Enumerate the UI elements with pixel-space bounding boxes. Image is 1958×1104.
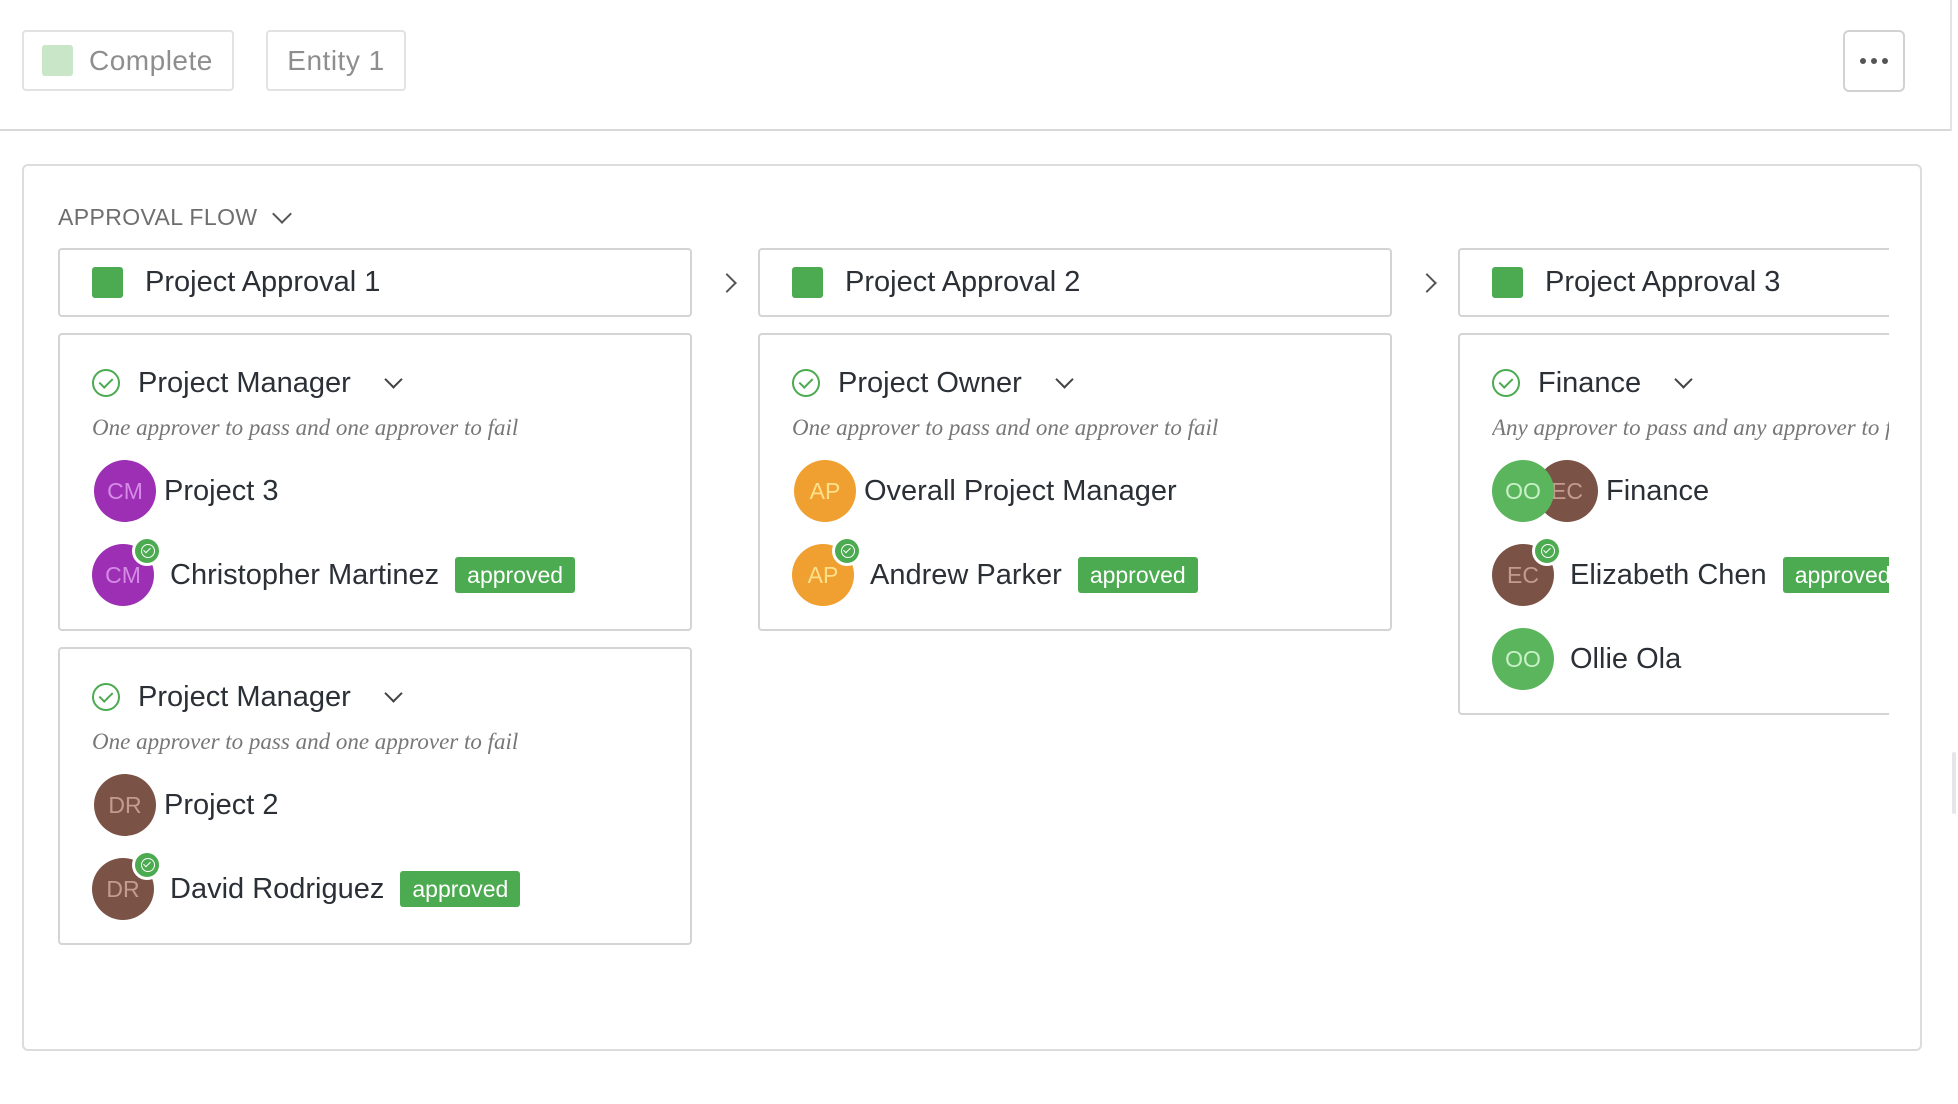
stage-header[interactable]: Project Approval 1: [58, 248, 692, 317]
chevron-down-icon: [384, 369, 403, 389]
approval-rule: One approver to pass and one approver to…: [792, 415, 1219, 440]
scrollbar[interactable]: [1952, 752, 1956, 814]
approver-name: Elizabeth Chen: [1570, 558, 1767, 591]
avatar-initials: CM: [105, 561, 141, 588]
avatar-initials: CM: [107, 477, 143, 504]
more-dots-icon-dot: [1871, 58, 1877, 64]
approver-group-toggle[interactable]: Project Manager: [92, 365, 690, 401]
approver-row: CM Christopher Martinez approved: [92, 536, 690, 607]
assignee-name: Finance: [1606, 474, 1710, 507]
avatar-initials: EC: [1551, 477, 1583, 504]
approval-rule: One approver to pass and one approver to…: [92, 729, 519, 754]
approver-group-toggle[interactable]: Project Manager: [92, 679, 690, 715]
check-circle-icon: [1492, 369, 1520, 397]
approved-check-icon: [1532, 536, 1562, 566]
stage-column: Project Approval 3 Finance Any approver …: [1458, 248, 1889, 715]
approver-row: OO Ollie Ola: [1492, 627, 1889, 691]
stage-column: Project Approval 1 Project Manager One a…: [58, 248, 692, 945]
approved-check-icon: [832, 536, 862, 566]
avatar-initials: DR: [106, 875, 140, 902]
approval-flow-panel: APPROVAL FLOW Project Approval 1 Project…: [22, 164, 1922, 1051]
approver-name: David Rodriguez: [170, 872, 385, 905]
stage-title: Project Approval 2: [845, 266, 1081, 298]
stage-status-swatch: [1492, 267, 1523, 298]
more-dots-icon: [1860, 58, 1866, 64]
avatar-initials: OO: [1505, 645, 1541, 672]
avatar: DR: [94, 774, 156, 836]
avatar-initials: OO: [1505, 477, 1541, 504]
approver-row: EC Elizabeth Chen approved: [1492, 536, 1889, 607]
avatar-initials: AP: [807, 561, 839, 588]
approver-name: Ollie Ola: [1570, 642, 1682, 675]
approver-name: Andrew Parker: [870, 558, 1062, 591]
approver-group-card: Project Manager One approver to pass and…: [58, 333, 692, 631]
avatar: EC: [1492, 536, 1562, 606]
check-circle-icon: [92, 369, 120, 397]
avatar: AP: [792, 536, 862, 606]
stage-title: Project Approval 3: [1545, 266, 1781, 298]
status-label: Complete: [89, 44, 213, 76]
assignee-name: Project 3: [164, 474, 279, 507]
approver-group-card: Project Manager One approver to pass and…: [58, 647, 692, 945]
chevron-right-icon: [1417, 273, 1437, 293]
chevron-right-icon: [717, 273, 737, 293]
group-role: Project Owner: [838, 366, 1022, 399]
avatar-initials: AP: [809, 477, 841, 504]
approved-check-icon: [132, 536, 162, 566]
approved-check-icon: [132, 850, 162, 880]
entity-chip[interactable]: Entity 1: [266, 30, 406, 91]
entity-label: Entity 1: [287, 44, 385, 76]
group-role: Finance: [1538, 366, 1642, 399]
avatar: CM: [92, 536, 162, 606]
status-badge: approved: [400, 871, 521, 907]
status-badge: approved: [455, 557, 576, 593]
avatar-initials: DR: [108, 791, 142, 818]
chevron-down-icon: [1055, 369, 1074, 389]
approver-name: Christopher Martinez: [170, 558, 440, 591]
stage-header[interactable]: Project Approval 2: [758, 248, 1392, 317]
approval-rule: Any approver to pass and any approver to…: [1492, 415, 1889, 440]
stage-header[interactable]: Project Approval 3: [1458, 248, 1889, 317]
assignee-row: OO EC Finance: [1492, 459, 1889, 523]
chevron-down-icon: [384, 683, 403, 703]
approver-group-card: Project Owner One approver to pass and o…: [758, 333, 1392, 631]
avatar-initials: EC: [1507, 561, 1539, 588]
approver-row: AP Andrew Parker approved: [792, 536, 1390, 607]
avatar: OO: [1492, 460, 1554, 522]
avatar: DR: [92, 850, 162, 920]
assignee-name: Project 2: [164, 788, 279, 821]
assignee-row: DR Project 2: [92, 773, 690, 837]
stages-scroll-area: Project Approval 1 Project Manager One a…: [24, 166, 1889, 1046]
approver-row: DR David Rodriguez approved: [92, 850, 690, 921]
more-dots-icon-dot: [1882, 58, 1888, 64]
status-color-swatch: [42, 45, 73, 76]
page: Complete Entity 1 APPROVAL FLOW Project …: [0, 0, 1958, 1104]
group-role: Project Manager: [138, 680, 351, 713]
stage-status-swatch: [92, 267, 123, 298]
stage-title: Project Approval 1: [145, 266, 381, 298]
stage-status-swatch: [792, 267, 823, 298]
chevron-down-icon: [1674, 369, 1693, 389]
group-role: Project Manager: [138, 366, 351, 399]
check-circle-icon: [92, 683, 120, 711]
check-circle-icon: [792, 369, 820, 397]
top-toolbar: Complete Entity 1: [0, 0, 1952, 131]
approver-group-toggle[interactable]: Finance: [1492, 365, 1889, 401]
avatar: AP: [794, 460, 856, 522]
approver-group-card: Finance Any approver to pass and any app…: [1458, 333, 1889, 715]
status-badge: approved: [1077, 557, 1198, 593]
stage-column: Project Approval 2 Project Owner One app…: [758, 248, 1392, 631]
avatar: OO: [1492, 628, 1554, 690]
assignee-name: Overall Project Manager: [864, 474, 1177, 507]
status-chip[interactable]: Complete: [22, 30, 234, 91]
approver-group-toggle[interactable]: Project Owner: [792, 365, 1390, 401]
more-options-button[interactable]: [1843, 30, 1905, 92]
status-badge: approved: [1782, 557, 1889, 593]
approval-rule: One approver to pass and one approver to…: [92, 415, 519, 440]
avatar: CM: [94, 460, 156, 522]
assignee-row: AP Overall Project Manager: [792, 459, 1390, 523]
avatar-stack: OO EC: [1492, 460, 1598, 522]
assignee-row: CM Project 3: [92, 459, 690, 523]
